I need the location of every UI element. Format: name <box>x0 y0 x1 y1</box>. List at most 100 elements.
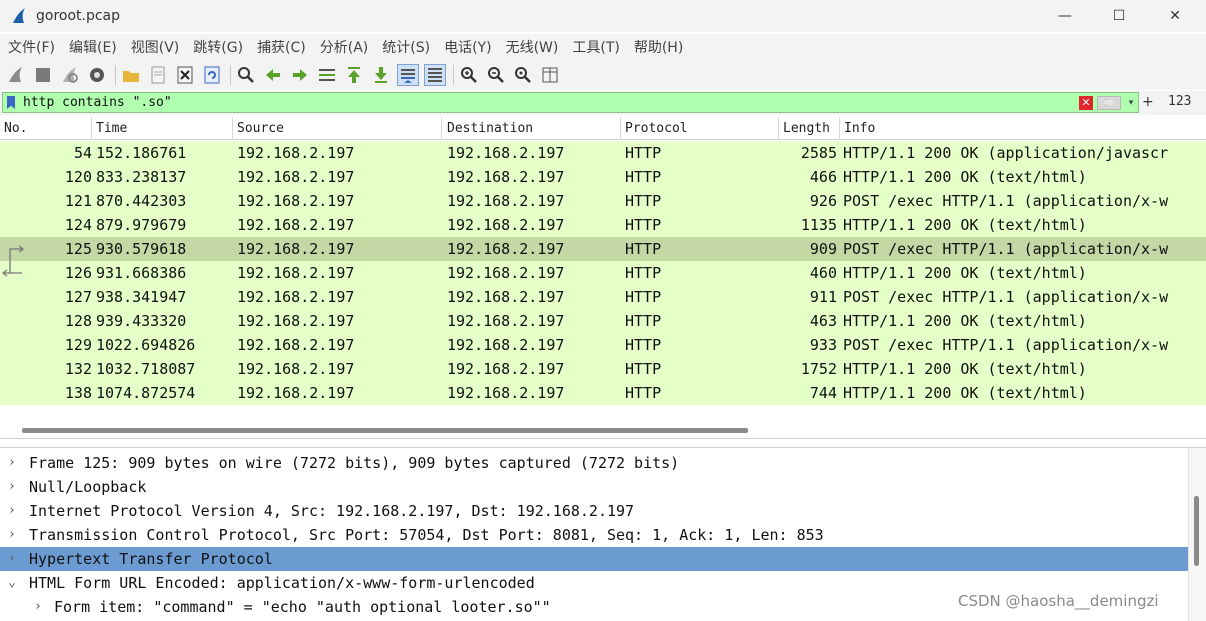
close-file-icon[interactable] <box>174 64 196 86</box>
start-capture-icon[interactable] <box>5 64 27 86</box>
chevron-down-icon[interactable]: ⌄ <box>8 571 22 595</box>
go-forward-icon[interactable] <box>289 64 311 86</box>
open-file-icon[interactable] <box>120 64 142 86</box>
zoom-in-icon[interactable] <box>458 64 480 86</box>
packet-row[interactable]: 120 833.238137 192.168.2.197 192.168.2.197 H… <box>0 165 1206 189</box>
menu-wireless[interactable]: 无线(W) <box>506 37 559 57</box>
packet-protocol: HTTP <box>625 168 662 186</box>
packet-length: 933 <box>809 336 837 354</box>
go-to-packet-icon[interactable] <box>316 64 338 86</box>
menu-tools[interactable]: 工具(T) <box>572 37 619 57</box>
maximize-button[interactable]: ☐ <box>1092 0 1146 32</box>
packet-destination: 192.168.2.197 <box>447 288 565 306</box>
details-tree-item[interactable]: › Frame 125: 909 bytes on wire (7272 bits… <box>0 451 1188 475</box>
title-bar: goroot.pcap — ☐ ✕ <box>0 0 1206 32</box>
chevron-down-icon[interactable]: ▾ <box>1125 95 1137 111</box>
chevron-right-icon[interactable]: › <box>8 475 22 499</box>
menu-edit[interactable]: 编辑(E) <box>69 37 117 57</box>
packet-row[interactable]: 121 870.442303 192.168.2.197 192.168.2.197 H… <box>0 189 1206 213</box>
bookmark-icon[interactable] <box>7 96 15 109</box>
packet-number: 127 <box>64 288 92 306</box>
apply-filter-icon[interactable]: ⇨ <box>1097 96 1121 110</box>
minimize-icon: — <box>1058 8 1072 24</box>
packet-destination: 192.168.2.197 <box>447 360 565 378</box>
column-header-length[interactable]: Length <box>779 117 840 140</box>
menu-help[interactable]: 帮助(H) <box>634 37 683 57</box>
packet-protocol: HTTP <box>625 264 662 282</box>
column-header-source[interactable]: Source <box>233 117 442 140</box>
menu-file[interactable]: 文件(F) <box>8 37 55 57</box>
packet-row[interactable]: 54 152.186761 192.168.2.197 192.168.2.197 HT… <box>0 141 1206 165</box>
filter-button-label[interactable]: 123 <box>1168 94 1191 109</box>
column-header-time[interactable]: Time <box>92 117 233 140</box>
pane-divider[interactable] <box>0 438 1206 439</box>
packet-row[interactable]: 126 931.668386 192.168.2.197 192.168.2.197 H… <box>0 261 1206 285</box>
horizontal-scrollbar-thumb[interactable] <box>22 428 748 433</box>
chevron-right-icon[interactable]: › <box>8 499 22 523</box>
colorize-icon[interactable] <box>424 64 446 86</box>
packet-source: 192.168.2.197 <box>237 360 355 378</box>
packet-row[interactable]: 128 939.433320 192.168.2.197 192.168.2.197 H… <box>0 309 1206 333</box>
resize-columns-icon[interactable] <box>539 64 561 86</box>
menu-statistics[interactable]: 统计(S) <box>382 37 430 57</box>
packet-source: 192.168.2.197 <box>237 144 355 162</box>
chevron-right-icon[interactable]: › <box>8 547 22 571</box>
packet-row[interactable]: 132 1032.718087 192.168.2.197 192.168.2.197… <box>0 357 1206 381</box>
packet-length: 909 <box>809 240 837 258</box>
minimize-button[interactable]: — <box>1038 0 1092 32</box>
chevron-right-icon[interactable]: › <box>8 451 22 475</box>
menu-view[interactable]: 视图(V) <box>131 37 180 57</box>
packet-time: 152.186761 <box>96 144 187 162</box>
packet-list-header: No. Time Source Destination Protocol Len… <box>0 117 1206 140</box>
request-marker-icon <box>9 245 24 261</box>
column-header-destination[interactable]: Destination <box>443 117 621 140</box>
packet-row[interactable]: 127 938.341947 192.168.2.197 192.168.2.197 H… <box>0 285 1206 309</box>
vertical-scrollbar-thumb[interactable] <box>1194 496 1199 566</box>
go-first-icon[interactable] <box>343 64 365 86</box>
packet-protocol: HTTP <box>625 384 662 402</box>
close-window-button[interactable]: ✕ <box>1148 0 1202 32</box>
autoscroll-icon[interactable] <box>397 64 419 86</box>
chevron-right-icon[interactable]: › <box>8 523 22 547</box>
details-tree-item[interactable]: › Transmission Control Protocol, Src Port… <box>0 523 1188 547</box>
column-header-info[interactable]: Info <box>840 117 1206 140</box>
reload-file-icon[interactable] <box>201 64 223 86</box>
capture-options-icon[interactable] <box>86 64 108 86</box>
menu-analyze[interactable]: 分析(A) <box>320 37 369 57</box>
clear-filter-icon[interactable]: ✕ <box>1079 96 1093 110</box>
packet-row[interactable]: 138 1074.872574 192.168.2.197 192.168.2.197… <box>0 381 1206 405</box>
packet-row[interactable]: 124 879.979679 192.168.2.197 192.168.2.197 H… <box>0 213 1206 237</box>
zoom-out-icon[interactable] <box>485 64 507 86</box>
menu-capture[interactable]: 捕获(C) <box>257 37 306 57</box>
packet-list-body: 54 152.186761 192.168.2.197 192.168.2.197 HT… <box>0 141 1206 405</box>
details-tree-item[interactable]: › Internet Protocol Version 4, Src: 192.1… <box>0 499 1188 523</box>
menu-telephony[interactable]: 电话(Y) <box>444 37 491 57</box>
find-packet-icon[interactable] <box>235 64 257 86</box>
column-header-no[interactable]: No. <box>0 117 92 140</box>
stop-capture-icon[interactable] <box>32 64 54 86</box>
details-tree-item[interactable]: › Hypertext Transfer Protocol <box>0 547 1188 571</box>
packet-time: 938.341947 <box>96 288 187 306</box>
go-last-icon[interactable] <box>370 64 392 86</box>
packet-number: 120 <box>64 168 92 186</box>
packet-number: 132 <box>64 360 92 378</box>
packet-info: HTTP/1.1 200 OK (text/html) <box>843 360 1087 378</box>
save-file-icon[interactable] <box>147 64 169 86</box>
details-tree-label: Transmission Control Protocol, Src Port:… <box>29 526 824 544</box>
add-filter-button-icon[interactable]: + <box>1142 93 1154 111</box>
packet-info: POST /exec HTTP/1.1 (application/x-w <box>843 288 1169 306</box>
details-tree-item[interactable]: › Null/Loopback <box>0 475 1188 499</box>
column-header-protocol[interactable]: Protocol <box>621 117 779 140</box>
menu-go[interactable]: 跳转(G) <box>193 37 243 57</box>
zoom-normal-icon[interactable] <box>512 64 534 86</box>
packet-row[interactable]: 129 1022.694826 192.168.2.197 192.168.2.197… <box>0 333 1206 357</box>
packet-time: 870.442303 <box>96 192 187 210</box>
packet-info: HTTP/1.1 200 OK (application/javascr <box>843 144 1169 162</box>
restart-capture-icon[interactable] <box>59 64 81 86</box>
chevron-right-icon[interactable]: › <box>34 595 48 619</box>
packet-number: 124 <box>64 216 92 234</box>
display-filter-input[interactable]: http contains ".so" <box>23 93 172 112</box>
go-back-icon[interactable] <box>262 64 284 86</box>
packet-row[interactable]: 125 930.579618 192.168.2.197 192.168.2.197 H… <box>0 237 1206 261</box>
display-filter-field[interactable]: http contains ".so" ✕ ⇨ ▾ <box>2 92 1139 113</box>
